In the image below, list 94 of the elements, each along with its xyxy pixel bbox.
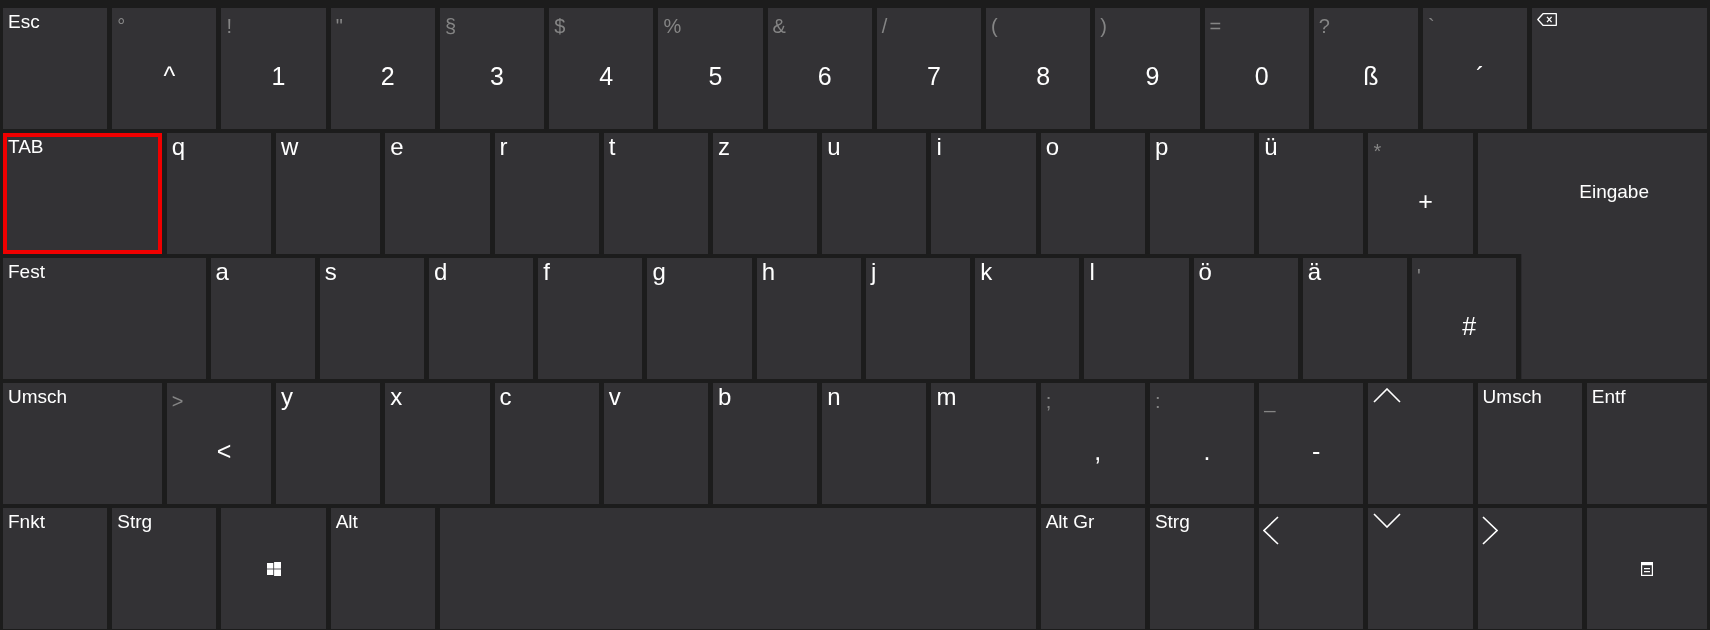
symbol-key[interactable]: : . bbox=[1149, 383, 1255, 504]
function-key[interactable]: Strg bbox=[1149, 508, 1255, 629]
shift-legend: ! bbox=[226, 14, 232, 38]
arrow-key[interactable] bbox=[1477, 508, 1582, 629]
letter-key[interactable]: e bbox=[385, 133, 490, 254]
symbol-key[interactable]: ( 8 bbox=[986, 8, 1091, 129]
chevron-down-icon bbox=[1373, 513, 1402, 528]
shift-legend: > bbox=[171, 389, 184, 413]
letter-key[interactable]: g bbox=[647, 258, 752, 379]
chevron-right-icon bbox=[1481, 516, 1498, 545]
arrow-key[interactable] bbox=[1368, 383, 1473, 504]
symbol-key[interactable]: / 7 bbox=[876, 8, 982, 129]
symbol-key[interactable]: > < bbox=[166, 383, 272, 504]
shift-legend: ` bbox=[1428, 14, 1435, 38]
menu-icon bbox=[1640, 561, 1653, 576]
symbol-key[interactable]: ? ß bbox=[1313, 8, 1418, 129]
letter-key[interactable]: f bbox=[538, 258, 643, 379]
function-key[interactable]: Entf bbox=[1586, 383, 1707, 504]
function-key[interactable]: Strg bbox=[112, 508, 217, 629]
shift-legend: ? bbox=[1318, 14, 1330, 38]
function-key[interactable]: Esc bbox=[3, 8, 108, 129]
shift-legend: $ bbox=[554, 14, 566, 38]
shift-legend: ; bbox=[1045, 389, 1052, 413]
letter-key[interactable]: v bbox=[603, 383, 708, 504]
letter-key[interactable]: y bbox=[276, 383, 381, 504]
letter-key[interactable]: m bbox=[931, 383, 1036, 504]
shift-legend: * bbox=[1373, 139, 1382, 163]
symbol-key[interactable]: _ - bbox=[1259, 383, 1364, 504]
letter-key[interactable]: n bbox=[822, 383, 927, 504]
backspace-key[interactable] bbox=[1532, 8, 1707, 129]
symbol-key[interactable]: ; , bbox=[1040, 383, 1145, 504]
shift-legend: ) bbox=[1100, 14, 1107, 38]
function-key[interactable]: Alt bbox=[330, 508, 435, 629]
shift-legend: ° bbox=[117, 14, 126, 38]
letter-key[interactable]: c bbox=[494, 383, 599, 504]
function-key[interactable]: TAB bbox=[3, 133, 162, 254]
letter-key[interactable]: ä bbox=[1302, 258, 1408, 379]
symbol-key[interactable]: ) 9 bbox=[1095, 8, 1200, 129]
shift-legend: / bbox=[881, 14, 888, 38]
letter-key[interactable]: t bbox=[603, 133, 708, 254]
shift-legend: : bbox=[1154, 389, 1161, 413]
shift-legend: = bbox=[1209, 14, 1222, 38]
letter-key[interactable]: j bbox=[865, 258, 971, 379]
letter-key[interactable]: a bbox=[210, 258, 315, 379]
symbol-key[interactable]: ° ^ bbox=[112, 8, 217, 129]
symbol-key[interactable]: ` ´ bbox=[1423, 8, 1528, 129]
letter-key[interactable]: z bbox=[713, 133, 818, 254]
letter-key[interactable]: o bbox=[1040, 133, 1145, 254]
windows-logo-icon bbox=[266, 561, 281, 576]
enter-key[interactable]: Eingabe bbox=[1477, 133, 1707, 379]
shift-legend: § bbox=[444, 14, 457, 38]
letter-key[interactable]: w bbox=[276, 133, 381, 254]
symbol-key[interactable]: = 0 bbox=[1204, 8, 1309, 129]
letter-key[interactable]: u bbox=[822, 133, 927, 254]
shift-legend: ' bbox=[1417, 264, 1421, 288]
symbol-key[interactable]: § 3 bbox=[439, 8, 545, 129]
shift-legend: _ bbox=[1264, 389, 1276, 413]
symbol-key[interactable]: ! 1 bbox=[221, 8, 326, 129]
backspace-icon bbox=[1537, 13, 1558, 26]
function-key[interactable]: Alt Gr bbox=[1040, 508, 1145, 629]
letter-key[interactable]: x bbox=[385, 383, 490, 504]
letter-key[interactable]: p bbox=[1149, 133, 1255, 254]
function-key[interactable]: Fnkt bbox=[3, 508, 108, 629]
function-key[interactable]: Umsch bbox=[3, 383, 162, 504]
symbol-key[interactable]: % 5 bbox=[658, 8, 763, 129]
letter-key[interactable]: r bbox=[494, 133, 599, 254]
arrow-key[interactable] bbox=[1368, 508, 1473, 629]
letter-key[interactable]: ü bbox=[1259, 133, 1364, 254]
shift-legend: ( bbox=[991, 14, 998, 38]
windows-key[interactable] bbox=[221, 508, 326, 629]
shift-legend: & bbox=[772, 14, 786, 38]
shift-legend: " bbox=[335, 14, 343, 38]
function-key[interactable]: Fest bbox=[3, 258, 206, 379]
function-key[interactable]: Umsch bbox=[1477, 383, 1582, 504]
letter-key[interactable]: i bbox=[931, 133, 1036, 254]
letter-key[interactable]: l bbox=[1084, 258, 1189, 379]
chevron-up-icon bbox=[1373, 388, 1402, 403]
letter-key[interactable]: h bbox=[756, 258, 861, 379]
menu-key[interactable] bbox=[1586, 508, 1707, 629]
symbol-key[interactable]: ' # bbox=[1412, 258, 1517, 379]
shift-legend: % bbox=[663, 14, 682, 38]
letter-key[interactable]: q bbox=[166, 133, 272, 254]
symbol-key[interactable]: $ 4 bbox=[549, 8, 654, 129]
letter-key[interactable]: ö bbox=[1193, 258, 1298, 379]
symbol-key[interactable]: & 6 bbox=[767, 8, 872, 129]
chevron-left-icon bbox=[1263, 516, 1280, 545]
space-bar[interactable] bbox=[439, 508, 1036, 629]
arrow-key[interactable] bbox=[1259, 508, 1364, 629]
letter-key[interactable]: k bbox=[975, 258, 1080, 379]
symbol-key[interactable]: * + bbox=[1368, 133, 1473, 254]
symbol-key[interactable]: " 2 bbox=[330, 8, 435, 129]
letter-key[interactable]: b bbox=[713, 383, 818, 504]
letter-key[interactable]: s bbox=[319, 258, 424, 379]
letter-key[interactable]: d bbox=[429, 258, 534, 379]
